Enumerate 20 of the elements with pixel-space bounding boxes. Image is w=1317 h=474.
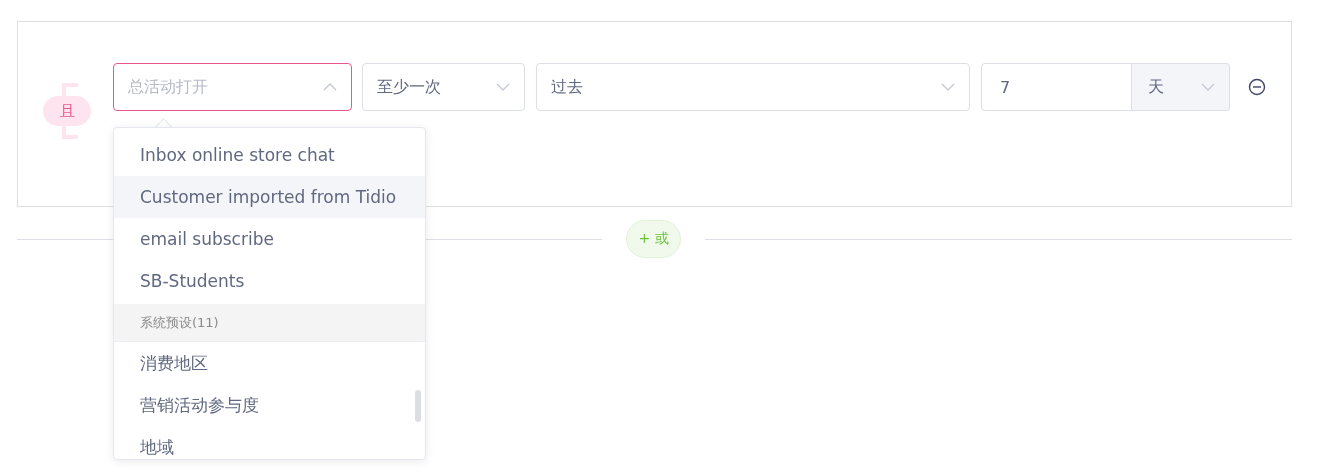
- scrollbar[interactable]: [415, 390, 421, 422]
- chevron-down-icon: [496, 83, 510, 91]
- dropdown-option[interactable]: email subscribe: [114, 218, 425, 260]
- dropdown-option[interactable]: Customer imported from Tidio: [114, 176, 425, 218]
- remove-icon[interactable]: [1248, 78, 1266, 96]
- dropdown-option[interactable]: SB-Students: [114, 260, 425, 302]
- amount-input[interactable]: 7: [981, 63, 1132, 111]
- field-select-placeholder: 总活动打开: [128, 76, 208, 98]
- chevron-up-icon: [323, 83, 337, 91]
- frequency-select[interactable]: 至少一次: [362, 63, 525, 111]
- and-connector: 且: [43, 96, 91, 126]
- dropdown-option[interactable]: 营销活动参与度: [114, 384, 425, 426]
- time-range-select[interactable]: 过去: [536, 63, 970, 111]
- group-header: 系统预设(11): [114, 304, 425, 342]
- unit-select[interactable]: 天: [1132, 63, 1230, 111]
- dropdown-option[interactable]: 消费地区: [114, 342, 425, 384]
- chevron-down-icon: [941, 83, 955, 91]
- dropdown-option[interactable]: 地域: [114, 426, 425, 459]
- dropdown-option[interactable]: Inbox online store chat: [114, 134, 425, 176]
- chevron-down-icon: [1201, 83, 1215, 91]
